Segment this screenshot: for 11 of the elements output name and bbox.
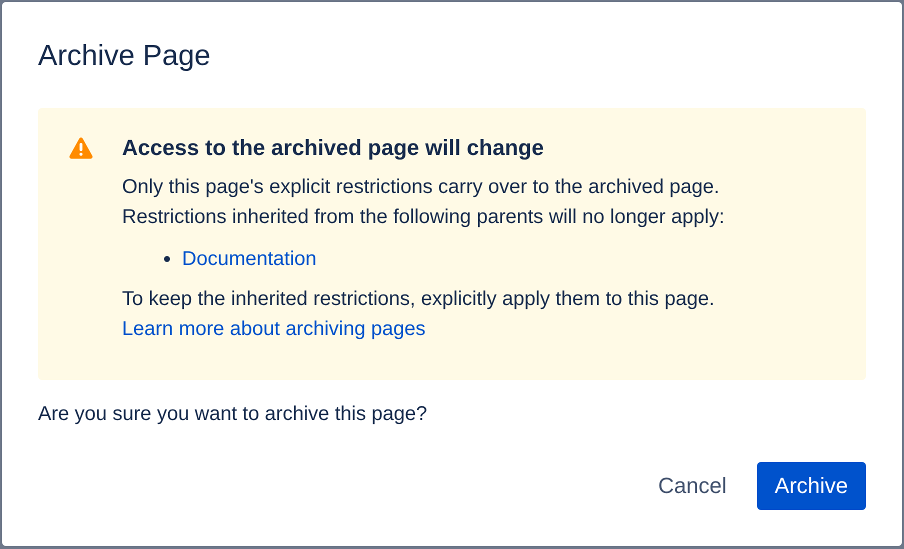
bullet-icon	[164, 256, 170, 262]
warning-text: Only this page's explicit restrictions carry over to the archived page. Restrictions inherited from the following parents will no longer apply:	[122, 175, 725, 230]
learn-more-link[interactable]: Learn more about archiving pages	[122, 318, 426, 340]
dialog-title: Archive Page	[38, 39, 212, 74]
archive-button[interactable]: Archive	[756, 462, 866, 510]
warning-icon	[68, 136, 94, 160]
warning-text: To keep the inherited restrictions, explicitly apply them to this page.	[122, 287, 716, 312]
parent-page-link[interactable]: Documentation	[182, 244, 317, 274]
warning-heading: Access to the archived page will change	[122, 134, 545, 162]
confirmation-question: Are you sure you want to archive this page?	[38, 402, 428, 427]
cancel-button[interactable]: Cancel	[640, 462, 745, 510]
